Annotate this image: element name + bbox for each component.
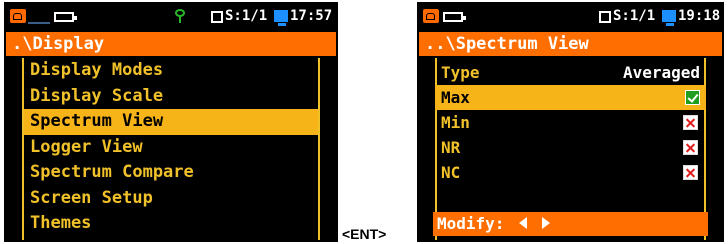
- option-row-nc[interactable]: NC: [437, 160, 704, 185]
- option-label: NR: [441, 138, 461, 157]
- enter-key-label: <ENT>: [342, 226, 387, 242]
- type-value: Averaged: [622, 63, 700, 82]
- menu-item-themes[interactable]: Themes: [24, 211, 318, 237]
- type-label: Type: [441, 63, 480, 82]
- unchecked-icon[interactable]: [683, 165, 698, 180]
- memory-status-text: S:1/1: [225, 8, 268, 24]
- measurement-state-icon: [10, 9, 26, 23]
- menu-item-screen-setup[interactable]: Screen Setup: [24, 186, 318, 212]
- menu-item-spectrum-view[interactable]: Spectrum View: [24, 109, 318, 135]
- modify-hint-bar: Modify:: [433, 212, 708, 236]
- memory-status-text: S:1/1: [613, 8, 656, 24]
- clock-text: 17:57: [290, 8, 333, 24]
- display-menu: Display Modes Display Scale Spectrum Vie…: [6, 58, 336, 237]
- option-row-max[interactable]: Max: [435, 85, 706, 110]
- memory-card-icon: [599, 11, 611, 23]
- unchecked-icon[interactable]: [683, 140, 698, 155]
- display-menu-screen: S:1/1 17:57 .\Display Display Modes Disp…: [4, 2, 338, 242]
- status-bar: S:1/1 19:18: [419, 4, 722, 30]
- clock-text: 19:18: [678, 8, 721, 24]
- status-bar: S:1/1 17:57: [6, 4, 336, 30]
- unchecked-icon[interactable]: [683, 115, 698, 130]
- option-label: NC: [441, 163, 461, 182]
- pc-connection-icon: [662, 10, 676, 26]
- option-row-nr[interactable]: NR: [437, 135, 704, 160]
- modify-hint-text: Modify:: [437, 214, 505, 233]
- option-row-min[interactable]: Min: [437, 110, 704, 135]
- menu-item-logger-view[interactable]: Logger View: [24, 135, 318, 161]
- spectrum-view-screen: S:1/1 19:18 ..\Spectrum View Type Averag…: [417, 2, 724, 242]
- menu-item-spectrum-compare[interactable]: Spectrum Compare: [24, 160, 318, 186]
- checked-icon[interactable]: [685, 90, 700, 105]
- battery-icon: [443, 12, 466, 22]
- pc-connection-icon: [274, 10, 288, 26]
- option-label: Min: [441, 113, 470, 132]
- sound-level-icon: [174, 9, 186, 23]
- screen-title: .\Display: [6, 32, 336, 56]
- arrow-right-icon: [541, 217, 550, 229]
- memory-card-icon: [211, 11, 223, 23]
- screen-title: ..\Spectrum View: [419, 32, 722, 56]
- type-row[interactable]: Type Averaged: [437, 60, 704, 85]
- spectrum-view-options: Type Averaged Max Min NR NC: [419, 60, 722, 185]
- signal-icon: [28, 12, 50, 24]
- battery-icon: [54, 12, 77, 22]
- measurement-state-icon: [423, 9, 439, 23]
- arrow-left-icon: [519, 217, 528, 229]
- option-label: Max: [441, 88, 470, 107]
- menu-item-display-modes[interactable]: Display Modes: [24, 58, 318, 84]
- menu-item-display-scale[interactable]: Display Scale: [24, 84, 318, 110]
